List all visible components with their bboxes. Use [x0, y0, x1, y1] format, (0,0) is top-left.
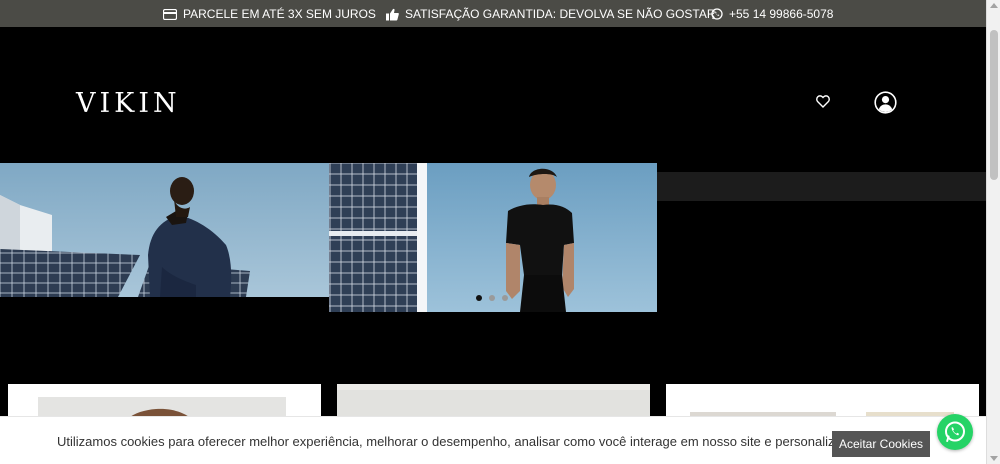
hero-banner[interactable]	[0, 163, 657, 312]
whatsapp-number: +55 14 99866-5078	[729, 7, 834, 21]
carousel-dot[interactable]	[502, 295, 508, 301]
cookie-message: Utilizamos cookies para oferecer melhor …	[57, 434, 907, 449]
banner-image	[0, 163, 657, 312]
heart-icon	[816, 95, 830, 108]
whatsapp-icon	[945, 421, 965, 442]
whatsapp-icon	[711, 8, 723, 20]
satisfaction-text: SATISFAÇÃO GARANTIDA: DEVOLVA SE NÃO GOS…	[405, 7, 716, 21]
carousel-dot[interactable]	[489, 295, 495, 301]
satisfaction-notice: SATISFAÇÃO GARANTIDA: DEVOLVA SE NÃO GOS…	[386, 7, 716, 21]
wishlist-button[interactable]	[816, 95, 830, 113]
scroll-down-arrow-icon[interactable]	[990, 456, 998, 461]
navigation-strip	[657, 172, 986, 201]
whatsapp-contact[interactable]: +55 14 99866-5078	[711, 7, 833, 21]
thumbs-up-icon	[386, 8, 399, 20]
installments-text: PARCELE EM ATÉ 3X SEM JUROS	[183, 7, 376, 21]
site-logo[interactable]: VIKIN	[76, 88, 181, 119]
credit-card-icon	[163, 8, 177, 20]
scroll-up-arrow-icon[interactable]	[990, 3, 998, 8]
cookie-consent-bar: Utilizamos cookies para oferecer melhor …	[0, 416, 986, 464]
carousel-dot[interactable]	[476, 295, 482, 301]
user-icon	[874, 91, 897, 114]
installments-notice: PARCELE EM ATÉ 3X SEM JUROS	[163, 7, 376, 21]
announcement-bar: PARCELE EM ATÉ 3X SEM JUROS SATISFAÇÃO G…	[0, 0, 986, 27]
carousel-dots	[476, 295, 508, 301]
accept-cookies-button[interactable]: Aceitar Cookies	[832, 431, 930, 457]
scrollbar-thumb[interactable]	[990, 30, 998, 180]
whatsapp-float-button[interactable]	[937, 414, 973, 450]
page-scrollbar[interactable]	[986, 0, 1000, 464]
account-button[interactable]	[874, 91, 897, 119]
